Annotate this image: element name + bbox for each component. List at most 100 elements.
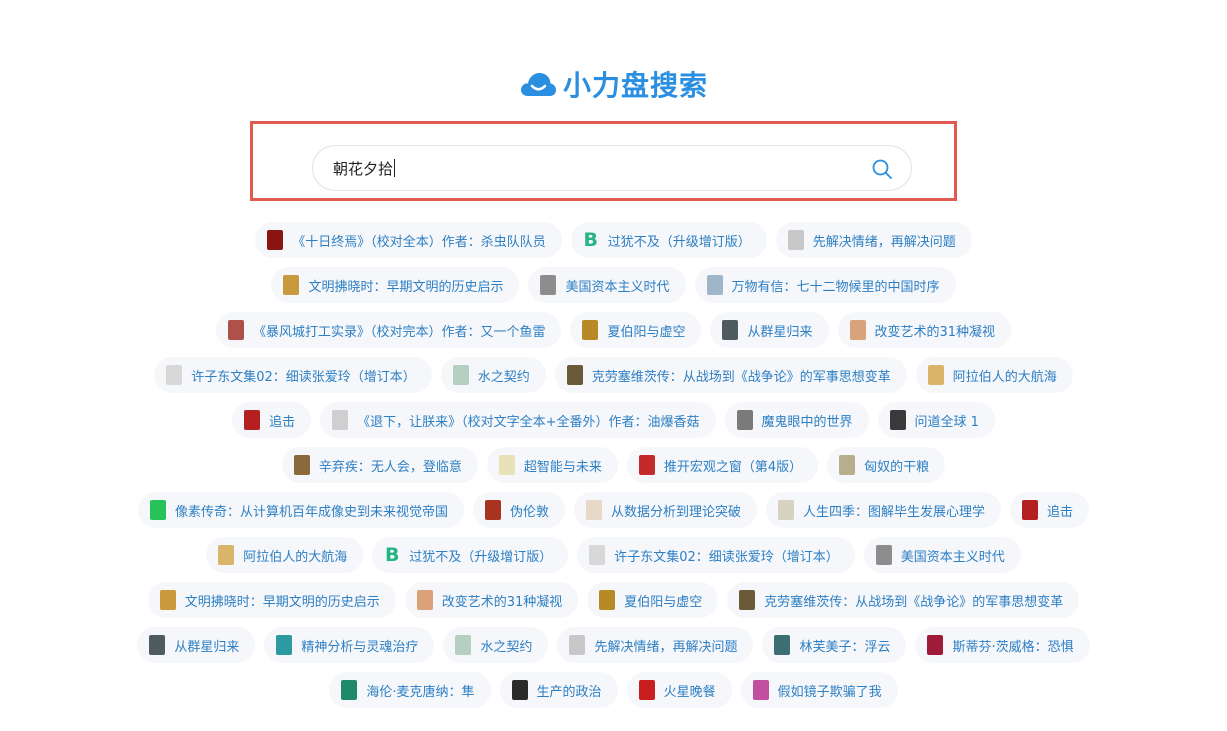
book-tag-label: 改变艺术的31种凝视 [441,594,563,610]
book-tag[interactable]: 精神分析与灵魂治疗 [264,627,435,663]
book-tag-label: 推开宏观之窗（第4版） [663,459,803,475]
book-cover-icon [706,275,723,295]
book-tag[interactable]: 从群星归来 [710,312,829,348]
book-tag-label: 万物有信：七十二物候里的中国时序 [731,279,940,295]
book-tag[interactable]: 《十日终焉》（校对全本）作者：杀虫队队员 [255,222,562,258]
book-tag-label: 阿拉伯人的大航海 [243,549,348,565]
book-cover-icon [511,680,528,700]
book-cover-icon [839,455,856,475]
book-tag-label: 文明拂晓时：早期文明的历史启示 [308,279,504,295]
book-tag-label: 超智能与未来 [523,459,602,475]
book-tag[interactable]: 火星晚餐 [626,672,732,708]
book-cover-icon [585,500,602,520]
book-tag-label: 斯蒂芬·茨威格：恐惧 [952,639,1074,655]
book-b-icon: B [583,229,598,251]
book-tag-label: 美国资本主义时代 [900,549,1005,565]
tag-row: 追击 《退下，让朕来》（校对文字全本+全番外）作者：油爆香菇 魔鬼眼中的世界 问道全球… [100,402,1127,438]
book-cover-icon [267,230,284,250]
book-tag-label: 许子东文集02：细读张爱玲（增订本） [191,369,416,385]
book-cover-icon [849,320,866,340]
book-tag[interactable]: 美国资本主义时代 [863,537,1021,573]
book-tag-label: 克劳塞维茨传：从战场到《战争论》的军事思想变革 [764,594,1064,610]
book-tag[interactable]: 克劳塞维茨传：从战场到《战争论》的军事思想变革 [554,357,907,393]
book-tag-label: 假如镜子欺骗了我 [777,684,882,700]
book-tag[interactable]: B 过犹不及（升级增订版） [372,537,569,573]
tag-row: 从群星归来 精神分析与灵魂治疗 水之契约 先解决情绪，再解决问题 林芙美子：浮云 斯蒂芬·… [100,627,1127,663]
book-tag[interactable]: 《退下，让朕来》（校对文字全本+全番外）作者：油爆香菇 [320,402,716,438]
book-tag[interactable]: 改变艺术的31种凝视 [404,582,579,618]
book-tag-label: 追击 [1047,504,1074,520]
book-tag-label: 许子东文集02：细读张爱玲（增订本） [614,549,839,565]
book-tag[interactable]: 水之契约 [440,357,546,393]
book-tag[interactable]: 改变艺术的31种凝视 [837,312,1012,348]
book-cover-icon [739,590,756,610]
book-cover-icon [244,410,261,430]
book-tag[interactable]: B 过犹不及（升级增订版） [570,222,767,258]
book-cover-icon [1022,500,1039,520]
tag-row: 辛弃疾：无人会，登临意 超智能与未来 推开宏观之窗（第4版） 匈奴的干粮 [100,447,1127,483]
book-tag-label: 改变艺术的31种凝视 [874,324,996,340]
book-cover-icon [638,680,655,700]
book-tag[interactable]: 生产的政治 [499,672,618,708]
text-caret [394,159,395,177]
book-tag[interactable]: 阿拉伯人的大航海 [206,537,364,573]
book-tag-label: 先解决情绪，再解决问题 [812,234,956,250]
book-tag-label: 从数据分析到理论突破 [610,504,741,520]
book-tag[interactable]: 追击 [1010,492,1090,528]
book-cover-icon [638,455,655,475]
book-tag[interactable]: 先解决情绪，再解决问题 [775,222,972,258]
book-tag-label: 水之契约 [480,639,533,655]
book-tag[interactable]: 海伦·麦克唐纳：隼 [329,672,491,708]
book-tag[interactable]: 万物有信：七十二物候里的中国时序 [694,267,956,303]
book-tag[interactable]: 许子东文集02：细读张爱玲（增订本） [577,537,855,573]
book-cover-icon [159,590,176,610]
book-tag-label: 水之契约 [477,369,530,385]
book-tag[interactable]: 先解决情绪，再解决问题 [557,627,754,663]
book-tag[interactable]: 魔鬼眼中的世界 [724,402,869,438]
book-cover-icon [149,500,166,520]
book-tag[interactable]: 美国资本主义时代 [528,267,686,303]
book-tag[interactable]: 从数据分析到理论突破 [573,492,757,528]
book-cover-icon [452,365,469,385]
book-tag[interactable]: 假如镜子欺骗了我 [740,672,898,708]
book-tag[interactable]: 夏伯阳与虚空 [587,582,719,618]
book-cover-icon [341,680,358,700]
book-tag[interactable]: 文明拂晓时：早期文明的历史启示 [147,582,396,618]
tag-row: 《十日终焉》（校对全本）作者：杀虫队队员 B 过犹不及（升级增订版） 先解决情绪，再解… [100,222,1127,258]
book-tag[interactable]: 林芙美子：浮云 [762,627,907,663]
book-tag-label: 海伦·麦克唐纳：隼 [366,684,475,700]
book-tag[interactable]: 从群星归来 [137,627,256,663]
book-tag[interactable]: 文明拂晓时：早期文明的历史启示 [271,267,520,303]
book-tag[interactable]: 伪伦敦 [472,492,565,528]
book-tag-label: 辛弃疾：无人会，登临意 [318,459,462,475]
book-tag[interactable]: 人生四季：图解毕生发展心理学 [766,492,1002,528]
book-tag[interactable]: 追击 [232,402,312,438]
book-cover-icon [778,500,794,520]
book-tag[interactable]: 像素传奇：从计算机百年成像史到未来视觉帝国 [137,492,464,528]
book-tag[interactable]: 夏伯阳与虚空 [570,312,702,348]
book-tag[interactable]: 超智能与未来 [486,447,618,483]
book-tag[interactable]: 辛弃疾：无人会，登临意 [281,447,478,483]
search-input[interactable] [333,146,853,190]
book-cover-icon [498,455,515,475]
logo[interactable]: 小力盘搜索 [0,62,1227,106]
search-icon[interactable] [871,158,893,180]
book-tag[interactable]: 许子东文集02：细读张爱玲（增订本） [154,357,432,393]
book-tag[interactable]: 克劳塞维茨传：从战场到《战争论》的军事思想变革 [727,582,1080,618]
book-tag[interactable]: 问道全球 1 [877,402,995,438]
book-tag[interactable]: 匈奴的干粮 [827,447,946,483]
book-tag-label: 《暴风城打工实录》（校对完本）作者：又一个鱼雷 [252,324,546,340]
book-cover-icon [484,500,501,520]
book-tag[interactable]: 斯蒂芬·茨威格：恐惧 [915,627,1090,663]
book-tag-label: 文明拂晓时：早期文明的历史启示 [184,594,380,610]
book-cover-icon [927,635,944,655]
book-cover-icon [332,410,349,430]
book-tag[interactable]: 阿拉伯人的大航海 [915,357,1073,393]
book-cover-icon [293,455,310,475]
book-tag[interactable]: 推开宏观之窗（第4版） [626,447,819,483]
search-bar[interactable] [312,145,912,191]
book-tag[interactable]: 《暴风城打工实录》（校对完本）作者：又一个鱼雷 [215,312,562,348]
book-tag-label: 克劳塞维茨传：从战场到《战争论》的军事思想变革 [591,369,891,385]
tag-row: 文明拂晓时：早期文明的历史启示 美国资本主义时代 万物有信：七十二物候里的中国时序 [100,267,1127,303]
book-tag[interactable]: 水之契约 [443,627,549,663]
